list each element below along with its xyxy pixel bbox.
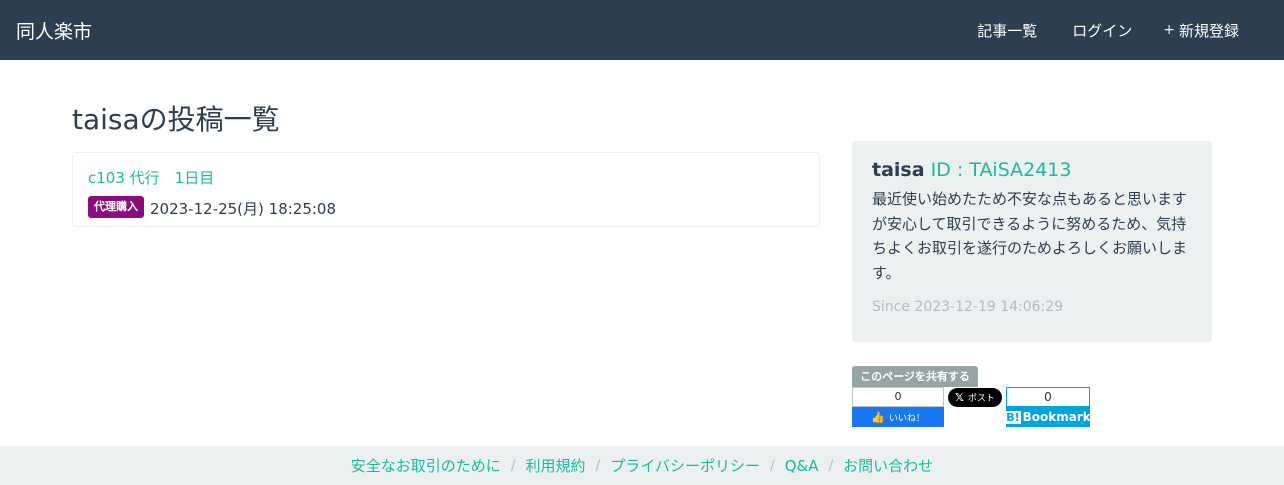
footer-link-terms[interactable]: 利用規約 bbox=[526, 455, 586, 476]
post-date: 2023-12-25(月) 18:25:08 bbox=[150, 200, 337, 218]
footer-link-faq[interactable]: Q&A bbox=[785, 457, 819, 475]
thumbs-up-icon: 👍 bbox=[871, 410, 885, 424]
hatena-bookmark-text: Bookmark bbox=[1022, 410, 1091, 424]
profile-name: taisa bbox=[872, 159, 925, 181]
hatena-logo-icon: B! bbox=[1005, 410, 1021, 424]
footer-link-contact[interactable]: お問い合わせ bbox=[843, 455, 933, 476]
footer-separator: / bbox=[828, 457, 834, 474]
nav-item-articles[interactable]: 記事一覧 bbox=[973, 20, 1037, 41]
nav-item-login[interactable]: ログイン bbox=[1068, 20, 1132, 41]
nav-item-register[interactable]: + 新規登録 bbox=[1163, 20, 1239, 41]
nav-item-label: 新規登録 bbox=[1178, 21, 1239, 40]
nav-item-label: 記事一覧 bbox=[977, 21, 1038, 40]
profile-since: Since 2023-12-19 14:06:29 bbox=[872, 299, 1192, 315]
brand-logo[interactable]: 同人楽市 bbox=[16, 17, 92, 44]
post-list-item: c103 代行 1日目 代理購入 2023-12-25(月) 18:25:08 bbox=[72, 152, 820, 227]
facebook-like-label: 👍 いいね！ bbox=[852, 407, 944, 427]
profile-bio: 最近使い始めたため不安な点もあると思いますが安心して取引できるように努めるため、… bbox=[872, 190, 1188, 282]
category-badge: 代理購入 bbox=[88, 196, 144, 218]
footer-link-safety[interactable]: 安全なお取引のために bbox=[351, 455, 501, 476]
nav-menu: 記事一覧 ログイン + 新規登録 bbox=[942, 0, 1239, 60]
since-text: Since 2023-12-19 14:06:29 bbox=[872, 299, 1064, 315]
nav-item-label: ログイン bbox=[1072, 21, 1133, 40]
hatena-bookmark-button[interactable]: 0 B! Bookmark bbox=[1005, 387, 1091, 427]
profile-header: taisa ID : TAiSA2413 bbox=[872, 159, 1192, 181]
facebook-like-count: 0 bbox=[852, 387, 944, 407]
facebook-like-text: いいね！ bbox=[888, 413, 925, 424]
profile-id: ID : TAiSA2413 bbox=[930, 159, 1072, 181]
footer: 安全なお取引のために / 利用規約 / プライバシーポリシー / Q&A / お… bbox=[0, 446, 1284, 485]
footer-separator: / bbox=[510, 457, 516, 474]
footer-separator: / bbox=[595, 457, 601, 474]
plus-icon: + bbox=[1163, 22, 1175, 38]
post-title-link[interactable]: c103 代行 1日目 bbox=[88, 167, 214, 188]
navbar: 同人楽市 記事一覧 ログイン + 新規登録 bbox=[0, 0, 1284, 60]
footer-link-privacy[interactable]: プライバシーポリシー bbox=[610, 455, 760, 476]
page-title: taisaの投稿一覧 bbox=[72, 103, 280, 136]
x-post-text: ポスト bbox=[967, 394, 995, 404]
share-label: このページを共有する bbox=[852, 366, 978, 387]
x-post-button[interactable]: 𝕏 ポスト bbox=[948, 388, 1002, 407]
hatena-bookmark-count: 0 bbox=[1006, 387, 1090, 407]
footer-separator: / bbox=[769, 457, 775, 474]
facebook-like-button[interactable]: 0 👍 いいね！ bbox=[852, 387, 944, 427]
x-logo-icon: 𝕏 bbox=[955, 391, 964, 404]
profile-panel: taisa ID : TAiSA2413 最近使い始めたため不安な点もあると思い… bbox=[852, 141, 1212, 342]
hatena-bookmark-label: B! Bookmark bbox=[1005, 407, 1091, 427]
